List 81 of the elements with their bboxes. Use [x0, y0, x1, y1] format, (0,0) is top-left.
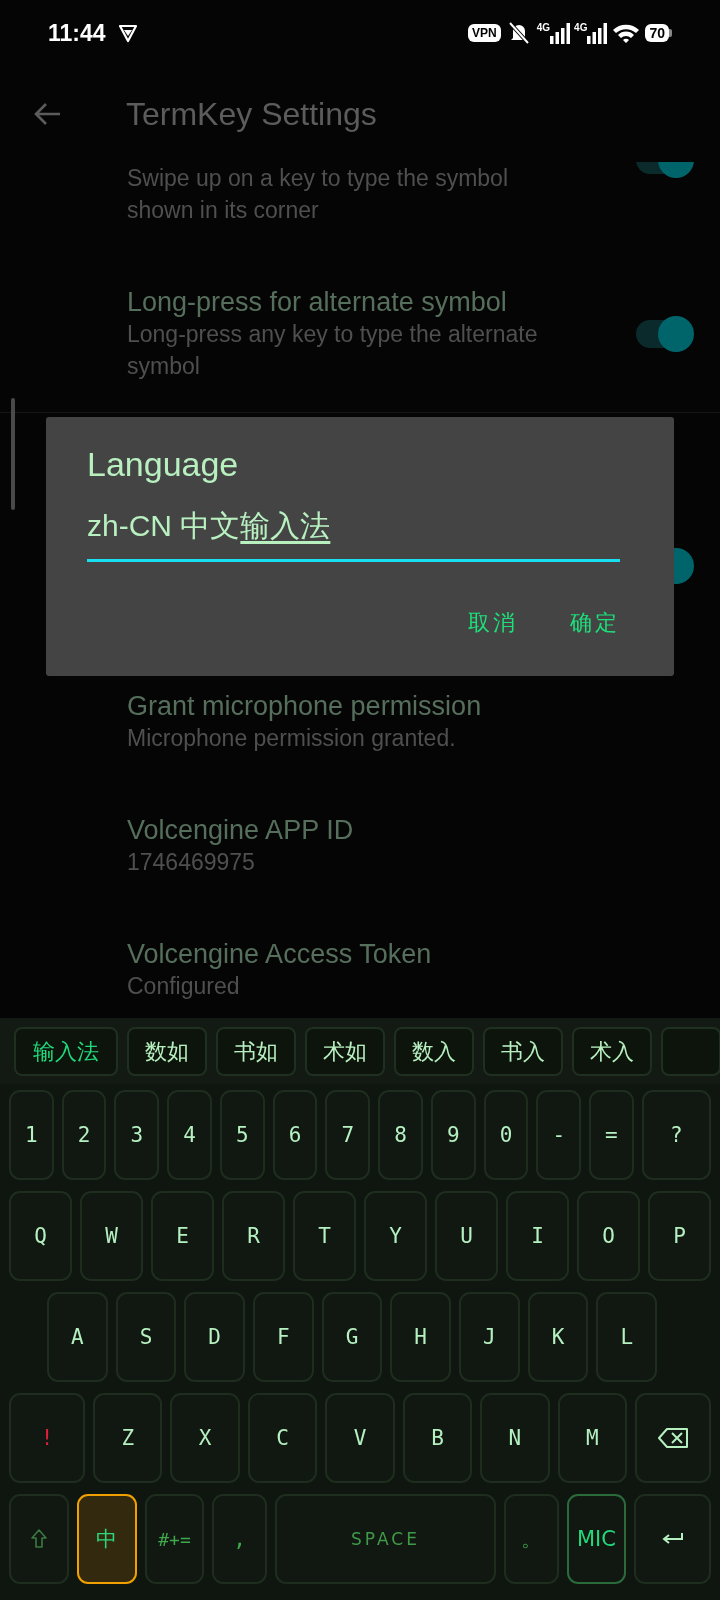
candidate-word[interactable]: 术入	[572, 1027, 652, 1076]
key[interactable]: -	[536, 1090, 582, 1180]
mic-key[interactable]: MIC	[566, 1494, 627, 1584]
setting-title: Grant microphone permission	[127, 690, 483, 722]
key[interactable]: X	[170, 1393, 240, 1483]
space-key[interactable]: SPACE	[274, 1494, 497, 1584]
backspace-icon	[658, 1428, 689, 1448]
candidate-word[interactable]: 数入	[394, 1027, 474, 1076]
key[interactable]: 5	[219, 1090, 265, 1180]
key[interactable]: Z	[93, 1393, 163, 1483]
key[interactable]: 4	[167, 1090, 212, 1180]
key[interactable]: 0	[483, 1090, 529, 1180]
key[interactable]: !	[9, 1393, 85, 1483]
input-field[interactable]: zh-CN 中文输入法	[87, 506, 620, 562]
network-type: 4G	[574, 22, 588, 33]
key[interactable]: B	[402, 1393, 473, 1483]
key[interactable]: 9	[430, 1090, 476, 1180]
key[interactable]: C	[247, 1393, 318, 1483]
key[interactable]: H	[390, 1292, 452, 1382]
key[interactable]: G	[321, 1292, 383, 1382]
key[interactable]: W	[80, 1191, 143, 1281]
shield-icon	[117, 23, 138, 43]
key[interactable]: J	[459, 1292, 520, 1382]
setting-summary: Long-press any key to type the alternate symbol	[127, 320, 539, 381]
key[interactable]: M	[557, 1393, 628, 1483]
key[interactable]: 6	[272, 1090, 318, 1180]
dialog-button[interactable]: 确定	[564, 602, 626, 644]
key[interactable]: K	[527, 1292, 589, 1382]
battery-level: 70	[645, 24, 669, 42]
key[interactable]: =	[589, 1090, 634, 1180]
backspace-key[interactable]	[635, 1393, 712, 1483]
key[interactable]: I	[506, 1191, 569, 1281]
dialog-title: Language	[87, 445, 240, 484]
language-key[interactable]: 中	[76, 1494, 137, 1584]
key[interactable]: V	[325, 1393, 395, 1483]
shift-icon	[30, 1529, 47, 1549]
toggle-switch[interactable]	[634, 314, 694, 354]
key[interactable]: F	[253, 1292, 314, 1382]
setting-title: Long-press for alternate symbol	[127, 286, 508, 318]
key[interactable]: P	[648, 1191, 711, 1281]
key[interactable]: Y	[364, 1191, 427, 1281]
key[interactable]: S	[115, 1292, 177, 1382]
setting-title: Volcengine APP ID	[127, 814, 355, 846]
key[interactable]: 2	[61, 1090, 107, 1180]
screen-title: TermKey Settings	[126, 95, 377, 133]
candidate-word[interactable]: 输入法	[14, 1027, 118, 1076]
key[interactable]: N	[480, 1393, 550, 1483]
key[interactable]: 。	[504, 1494, 559, 1584]
key[interactable]: R	[222, 1191, 285, 1281]
candidate-word[interactable]: 书入	[483, 1027, 563, 1076]
setting-summary: Swipe up on a key to type the symbol shown in its corner	[127, 164, 509, 225]
key[interactable]: 8	[378, 1090, 423, 1180]
key[interactable]: E	[151, 1191, 214, 1281]
key[interactable]: Q	[9, 1191, 72, 1281]
vpn-badge: VPN	[468, 24, 501, 42]
key[interactable]: U	[435, 1191, 498, 1281]
setting-summary: Configured	[127, 972, 241, 1001]
enter-icon	[661, 1532, 684, 1546]
key[interactable]: O	[577, 1191, 640, 1281]
network-type: 4G	[536, 22, 551, 33]
key[interactable]: ?	[641, 1090, 711, 1180]
candidate-word[interactable]: 数如	[127, 1027, 207, 1076]
setting-summary: 1746469975	[127, 848, 256, 877]
setting-title: Volcengine Access Token	[127, 938, 433, 970]
candidate-word[interactable]: 术如	[305, 1027, 385, 1076]
setting-summary: Microphone permission granted.	[127, 724, 457, 753]
key[interactable]: 7	[325, 1090, 371, 1180]
key[interactable]: T	[293, 1191, 356, 1281]
dialog-button[interactable]: 取消	[462, 602, 524, 644]
key[interactable]: D	[184, 1292, 245, 1382]
key[interactable]: L	[596, 1292, 658, 1382]
candidate-word[interactable]: 书如	[216, 1027, 296, 1076]
key[interactable]: ,	[212, 1494, 267, 1584]
signal-icon	[587, 22, 608, 44]
key[interactable]: 1	[9, 1090, 54, 1180]
key[interactable]: 3	[114, 1090, 160, 1180]
symbols-key[interactable]: #+=	[144, 1494, 205, 1584]
clock-time: 11:44	[48, 19, 106, 47]
back-arrow-icon[interactable]	[34, 102, 62, 126]
signal-icon	[550, 22, 571, 44]
key[interactable]: A	[47, 1292, 108, 1382]
